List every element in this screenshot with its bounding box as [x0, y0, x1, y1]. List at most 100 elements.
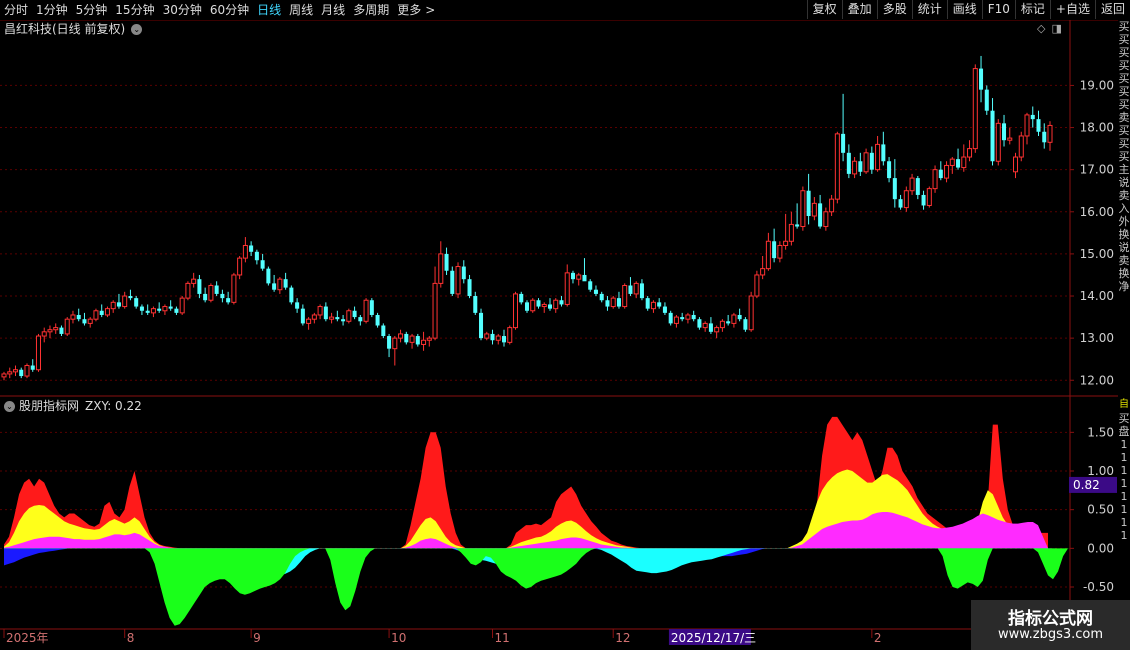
- candle-body: [559, 300, 564, 305]
- self-select-tag[interactable]: 自: [1118, 398, 1130, 412]
- candle-body: [783, 240, 789, 246]
- candle-body: [984, 89, 989, 111]
- candle: [369, 298, 374, 318]
- candle: [415, 333, 420, 347]
- price-tick-label: 18.00: [1080, 121, 1114, 135]
- candle: [1030, 106, 1035, 128]
- candle: [691, 310, 696, 322]
- chevron-down-icon[interactable]: ⌄: [4, 400, 15, 412]
- right-strip-lower-char: 1: [1120, 503, 1128, 516]
- indicator-tick-label: 1.50: [1087, 425, 1114, 439]
- right-strip-lower-char: 1: [1120, 490, 1128, 503]
- period-tab-4[interactable]: 30分钟: [159, 0, 206, 20]
- price-tick-label: 17.00: [1080, 163, 1114, 177]
- candle: [887, 157, 892, 183]
- right-strip-char: 卖: [1118, 254, 1130, 267]
- right-strip-lower-char: 1: [1120, 516, 1128, 529]
- candle-body: [932, 169, 938, 190]
- candle: [547, 298, 553, 311]
- period-tab-8[interactable]: 月线: [317, 0, 349, 20]
- candle: [610, 296, 616, 309]
- tool-button-4[interactable]: 画线: [946, 0, 982, 19]
- candle: [1036, 110, 1041, 136]
- candle: [1002, 114, 1007, 147]
- kline-chart[interactable]: 12.00 13.00 14.00 15.00 16.00 17.00 18.00 19.00…: [0, 20, 1118, 650]
- candle: [93, 308, 99, 322]
- candle-body: [30, 365, 35, 370]
- candle: [570, 270, 575, 284]
- candle-body: [863, 152, 869, 173]
- tool-button-6[interactable]: 标记: [1014, 0, 1050, 19]
- candle-body: [341, 319, 346, 322]
- candle-body: [47, 329, 53, 333]
- candle: [852, 157, 858, 179]
- candle: [961, 144, 967, 172]
- candle: [995, 119, 1001, 166]
- period-tab-6[interactable]: 日线: [253, 0, 285, 20]
- candle-body: [19, 369, 24, 377]
- right-strip-lower-char: 1: [1120, 464, 1128, 477]
- candle-body: [909, 177, 915, 192]
- candle: [260, 253, 265, 271]
- right-strip-char: 说: [1118, 241, 1130, 254]
- candle-body: [691, 314, 696, 320]
- tool-button-8[interactable]: 返回: [1094, 0, 1130, 19]
- candle-body: [266, 268, 271, 284]
- candle-body: [110, 301, 116, 310]
- right-strip-char: 买: [1118, 85, 1130, 98]
- period-tab-10[interactable]: 更多: [393, 0, 425, 20]
- candle: [203, 287, 208, 303]
- candle-body: [702, 322, 708, 329]
- right-strip-lower-char: 1: [1120, 451, 1128, 464]
- period-tab-1[interactable]: 1分钟: [32, 0, 72, 20]
- candle-body: [576, 274, 582, 280]
- right-strip-char: 外: [1118, 215, 1130, 228]
- candle-body: [87, 318, 93, 324]
- right-strip-lower-char: 盘: [1118, 425, 1130, 438]
- candle: [110, 300, 116, 313]
- tool-button-7[interactable]: +自选: [1049, 0, 1095, 19]
- candle-body: [921, 194, 926, 206]
- tool-button-5[interactable]: F10: [981, 0, 1015, 19]
- tool-button-3[interactable]: 统计: [911, 0, 947, 19]
- candle-body: [450, 270, 455, 294]
- period-tab-2[interactable]: 5分钟: [72, 0, 112, 20]
- tool-button-1[interactable]: 叠加: [841, 0, 877, 19]
- tool-button-0[interactable]: 复权: [806, 0, 842, 19]
- candle: [702, 321, 708, 332]
- candle-body: [335, 317, 340, 320]
- candle: [846, 144, 851, 179]
- candle: [1018, 131, 1024, 162]
- candle-body: [162, 306, 168, 312]
- candle-body: [616, 298, 621, 307]
- candle-body: [1024, 114, 1030, 137]
- period-tab-3[interactable]: 15分钟: [111, 0, 158, 20]
- candle-body: [352, 310, 357, 318]
- candle-body: [582, 274, 587, 282]
- candle: [346, 308, 352, 324]
- period-tab-0[interactable]: 分时: [0, 0, 32, 20]
- candle: [777, 241, 783, 263]
- candle-body: [645, 298, 650, 309]
- candle-body: [208, 284, 214, 301]
- period-tabs: 分时 1分钟 5分钟 15分钟 30分钟 60分钟 日线 周线 月线 多周期 更多 >: [0, 0, 437, 20]
- candle-body: [990, 110, 995, 162]
- candle-body: [432, 282, 438, 339]
- tool-button-2[interactable]: 多股: [876, 0, 912, 19]
- candle: [392, 336, 398, 366]
- period-tab-9[interactable]: 多周期: [349, 0, 393, 20]
- more-arrow-icon[interactable]: >: [425, 0, 437, 20]
- candle-body: [806, 190, 811, 216]
- time-label: 8: [127, 631, 135, 645]
- candle: [289, 285, 294, 305]
- candle-body: [157, 308, 162, 311]
- candle-body: [519, 293, 524, 303]
- candle-body: [479, 312, 484, 339]
- period-tab-5[interactable]: 60分钟: [206, 0, 253, 20]
- candle: [588, 279, 593, 292]
- right-strip-char: 净: [1118, 280, 1130, 293]
- candle: [708, 317, 713, 334]
- period-tab-7[interactable]: 周线: [285, 0, 317, 20]
- candle-body: [610, 297, 616, 308]
- candle: [921, 190, 926, 210]
